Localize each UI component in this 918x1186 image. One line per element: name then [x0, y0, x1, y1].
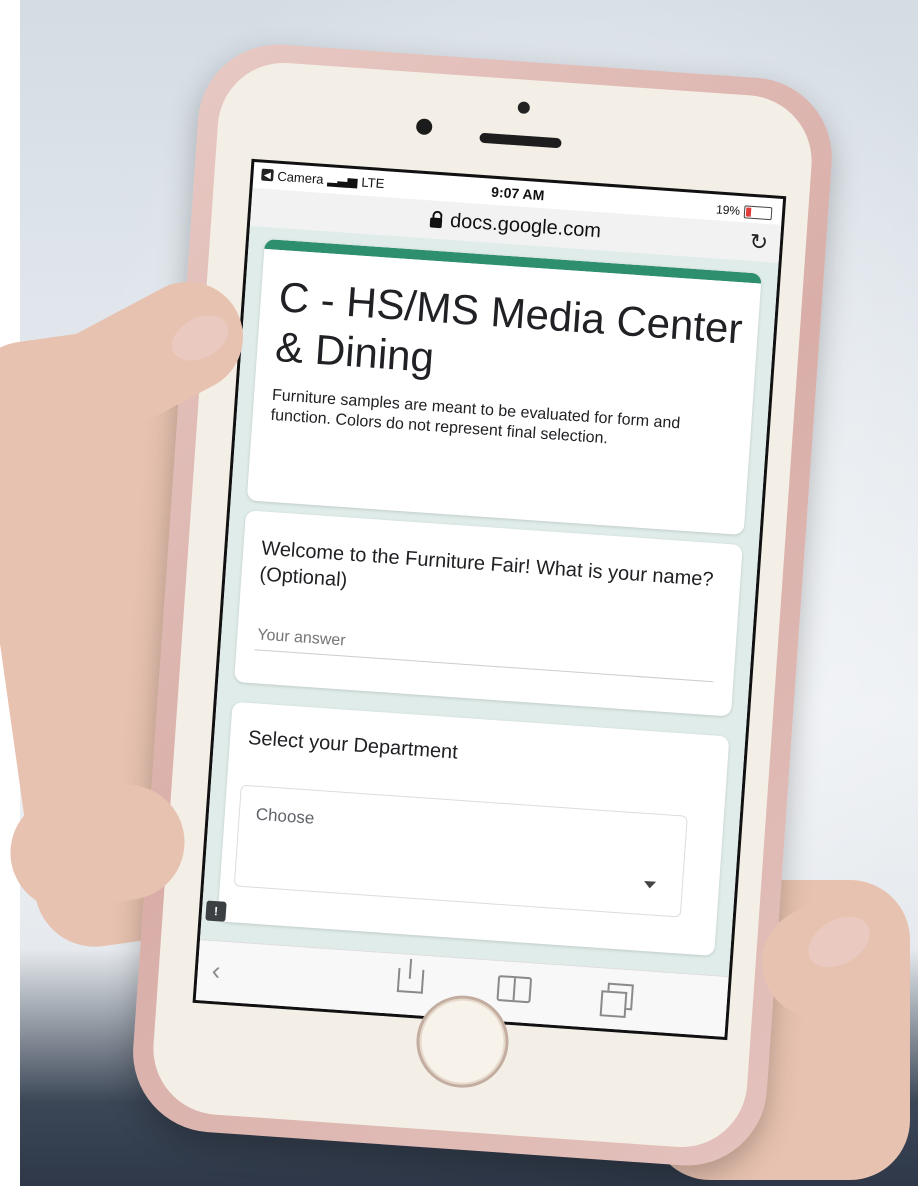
tabs-icon: [606, 982, 634, 1011]
network-label: LTE: [360, 174, 385, 191]
lock-icon: [429, 216, 443, 228]
phone: ◀ Camera ▂▃▅ LTE 9:07 AM 19% docs.google…: [127, 39, 838, 1171]
question-card-name: Welcome to the Furniture Fair! What is y…: [234, 510, 743, 717]
bookmarks-button[interactable]: [496, 974, 533, 1010]
front-camera: [517, 101, 531, 115]
book-icon: [496, 974, 533, 1004]
phone-screen: ◀ Camera ▂▃▅ LTE 9:07 AM 19% docs.google…: [192, 158, 787, 1041]
question-label: Welcome to the Furniture Fair! What is y…: [258, 537, 715, 592]
share-icon: [396, 968, 425, 994]
feedback-icon[interactable]: !: [205, 900, 227, 922]
back-arrow-icon[interactable]: ◀: [261, 168, 274, 182]
signal-icon: ▂▃▅: [327, 171, 359, 189]
chevron-down-icon: [643, 880, 657, 889]
question-label: Select your Department: [247, 727, 459, 764]
status-time: 9:07 AM: [490, 183, 545, 204]
battery-icon: [743, 204, 773, 220]
phone-bezel: ◀ Camera ▂▃▅ LTE 9:07 AM 19% docs.google…: [148, 58, 817, 1152]
earpiece-speaker: [479, 132, 562, 149]
share-button[interactable]: [396, 968, 425, 1001]
back-icon[interactable]: ‹: [211, 955, 222, 987]
department-select[interactable]: Choose: [233, 784, 688, 918]
select-value: Choose: [255, 804, 315, 828]
reload-icon[interactable]: ↻: [749, 229, 769, 256]
battery-percent: 19%: [715, 202, 741, 218]
form-header-card: C - HS/MS Media Center & Dining Furnitur…: [246, 238, 762, 536]
back-app-label[interactable]: Camera: [277, 168, 324, 186]
url-text[interactable]: docs.google.com: [449, 210, 601, 243]
form-page: C - HS/MS Media Center & Dining Furnitur…: [199, 225, 779, 978]
question-card-department: Select your Department Choose: [217, 701, 730, 957]
proximity-sensor: [415, 118, 433, 136]
form-title: C - HS/MS Media Center & Dining: [273, 273, 744, 381]
tabs-button[interactable]: [606, 982, 634, 1018]
name-input[interactable]: [254, 621, 716, 683]
